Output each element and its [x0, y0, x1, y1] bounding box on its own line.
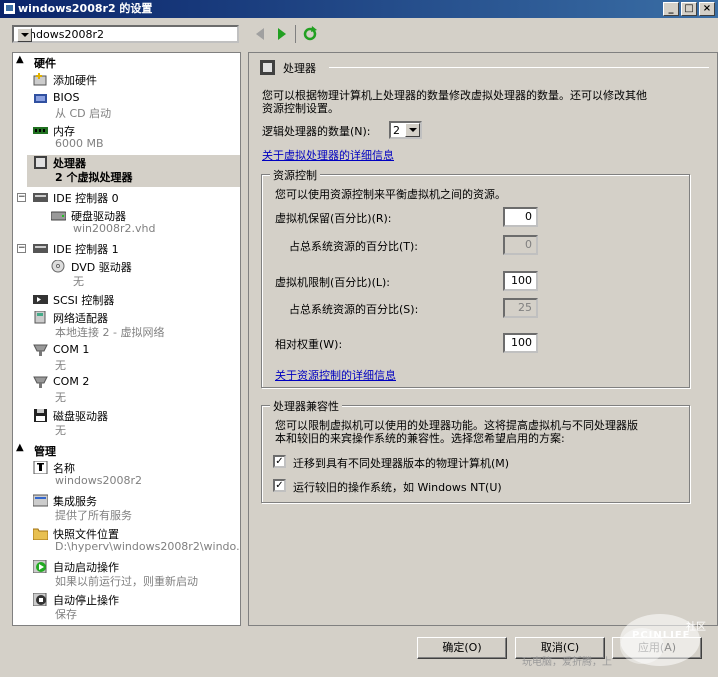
limit-label: 虚拟机限制(百分比)(L): [275, 276, 390, 289]
title-divider [329, 67, 709, 68]
settings-tree: ▲ 硬件 添加硬件 BIOS 从 CD 启动 内存 6000 MB 处理器 2 … [12, 52, 241, 626]
bios-chip-icon [34, 94, 47, 103]
tree-item-com2[interactable]: COM 2 无 [33, 375, 233, 405]
add-hardware-icon [33, 73, 47, 86]
limit-percent-label: 占总系统资源的百分比(S): [289, 303, 419, 316]
tree-item-floppy-drive[interactable]: 磁盘驱动器 无 [33, 408, 233, 438]
window-title: windows2008r2 的设置 [18, 2, 153, 15]
scsi-controller-icon [33, 295, 48, 304]
management-section-header[interactable]: ▲ 管理 [13, 442, 240, 458]
tree-item-snapshot-location[interactable]: 快照文件位置 D:\hyperv\windows2008r2\windo... [33, 526, 240, 556]
weight-label: 相对权重(W): [275, 338, 343, 351]
hardware-section-header[interactable]: ▲ 硬件 [13, 54, 240, 70]
weight-input[interactable]: 100 [503, 333, 538, 353]
limit-percent-field: 25 [503, 298, 538, 318]
folder-icon [33, 528, 48, 540]
resource-control-group: 资源控制 您可以使用资源控制来平衡虚拟机之间的资源。 虚拟机保留(百分比)(R)… [261, 167, 690, 388]
collapse-toggle-ide1[interactable]: − [17, 244, 26, 253]
reserve-input[interactable]: 0 [503, 207, 538, 227]
processor-description-line2: 资源控制设置。 [262, 102, 339, 115]
collapse-toggle-ide0[interactable]: − [17, 193, 26, 202]
tree-item-com1[interactable]: COM 1 无 [33, 343, 233, 373]
tree-item-auto-start[interactable]: 自动启动操作 如果以前运行过，则重新启动 [33, 559, 240, 589]
tree-item-add-hardware[interactable]: 添加硬件 [33, 72, 233, 88]
watermark-tag: 社区 [686, 622, 706, 633]
resource-control-details-link[interactable]: 关于资源控制的详细信息 [275, 367, 396, 383]
forward-arrow-icon[interactable] [276, 27, 288, 41]
tree-item-hard-drive[interactable]: 硬盘驱动器 win2008r2.vhd [51, 208, 236, 238]
tree-item-ide-controller-1[interactable]: IDE 控制器 1 [33, 241, 233, 257]
tree-item-memory[interactable]: 内存 6000 MB [33, 123, 233, 153]
tree-item-ide-controller-0[interactable]: IDE 控制器 0 [33, 190, 233, 206]
processor-icon [34, 156, 47, 169]
tree-item-integration-services[interactable]: 集成服务 提供了所有服务 [33, 493, 233, 523]
tree-item-auto-stop[interactable]: 自动停止操作 保存 [33, 592, 240, 622]
tree-item-name[interactable]: 名称 windows2008r2 [33, 460, 233, 490]
compatibility-description-line2: 本和较旧的来宾操作系统的兼容性。选择您希望启用的方案: [275, 432, 565, 445]
reserve-percent-field: 0 [503, 235, 538, 255]
tree-item-network-adapter[interactable]: 网络适配器 本地连接 2 - 虚拟网络 [33, 310, 238, 340]
processor-count-select[interactable]: 2 [389, 121, 422, 139]
panel-title: 处理器 [283, 62, 316, 75]
processor-settings-panel: 处理器 您可以根据物理计算机上处理器的数量修改虚拟处理器的数量。还可以修改其他 … [248, 52, 718, 626]
pcinlife-watermark: PCINLIFE 社区 [612, 606, 716, 676]
com-port-icon [33, 376, 48, 388]
tree-item-processor[interactable]: 处理器 2 个虚拟处理器 [27, 155, 240, 187]
name-text-icon [33, 461, 48, 474]
reserve-percent-label: 占总系统资源的百分比(T): [289, 240, 419, 253]
resource-control-description: 您可以使用资源控制来平衡虚拟机之间的资源。 [275, 188, 506, 201]
hard-drive-icon [51, 211, 66, 221]
ok-button[interactable]: 确定(O) [417, 637, 507, 659]
processor-icon [260, 60, 275, 75]
migrate-checkbox[interactable]: ✓ [273, 455, 286, 468]
maximize-button[interactable]: □ [681, 2, 697, 16]
auto-start-icon [33, 560, 47, 573]
processor-details-link[interactable]: 关于虚拟处理器的详细信息 [262, 147, 394, 163]
chevron-down-icon[interactable] [405, 123, 420, 137]
limit-input[interactable]: 100 [503, 271, 538, 291]
watermark-brand: PCINLIFE [632, 630, 691, 641]
settings-window-icon [3, 2, 16, 15]
network-adapter-icon [34, 311, 46, 324]
vm-selector[interactable]: windows2008r2 [12, 25, 239, 43]
integration-services-icon [33, 494, 48, 507]
memory-module-icon [33, 127, 48, 134]
ide-controller-icon [33, 193, 48, 202]
watermark-slogan: 玩电脑，爱折腾，上 [522, 657, 612, 668]
resource-control-title: 资源控制 [270, 167, 320, 183]
back-arrow-icon[interactable] [254, 27, 266, 41]
processor-count-label: 逻辑处理器的数量(N): [262, 125, 371, 138]
legacy-os-label[interactable]: 运行较旧的操作系统，如 Windows NT(U) [293, 479, 502, 495]
dvd-disc-icon [51, 260, 65, 273]
legacy-os-checkbox[interactable]: ✓ [273, 479, 286, 492]
chevron-down-icon[interactable] [17, 28, 32, 42]
tree-item-dvd-drive[interactable]: DVD 驱动器 无 [51, 259, 236, 289]
compatibility-title: 处理器兼容性 [270, 398, 342, 414]
collapse-chevron-icon[interactable]: ▲ [16, 54, 24, 65]
toolbar-divider [295, 25, 296, 43]
refresh-icon[interactable] [302, 26, 318, 42]
cloud-logo-icon [620, 614, 700, 666]
auto-stop-icon [33, 593, 47, 606]
reserve-label: 虚拟机保留(百分比)(R): [275, 212, 392, 225]
migrate-label[interactable]: 迁移到具有不同处理器版本的物理计算机(M) [293, 455, 509, 471]
tree-item-bios[interactable]: BIOS 从 CD 启动 [33, 91, 233, 121]
close-button[interactable]: × [699, 2, 715, 16]
floppy-disk-icon [34, 409, 47, 422]
collapse-chevron-icon[interactable]: ▲ [16, 442, 24, 453]
com-port-icon [33, 344, 48, 356]
tree-item-scsi-controller[interactable]: SCSI 控制器 [33, 292, 233, 308]
minimize-button[interactable]: _ [663, 2, 679, 16]
processor-compatibility-group: 处理器兼容性 您可以限制虚拟机可以使用的处理器功能。这将提高虚拟机与不同处理器版… [261, 398, 690, 503]
window-titlebar: windows2008r2 的设置 _ □ × [0, 0, 718, 18]
ide-controller-icon [33, 244, 48, 253]
